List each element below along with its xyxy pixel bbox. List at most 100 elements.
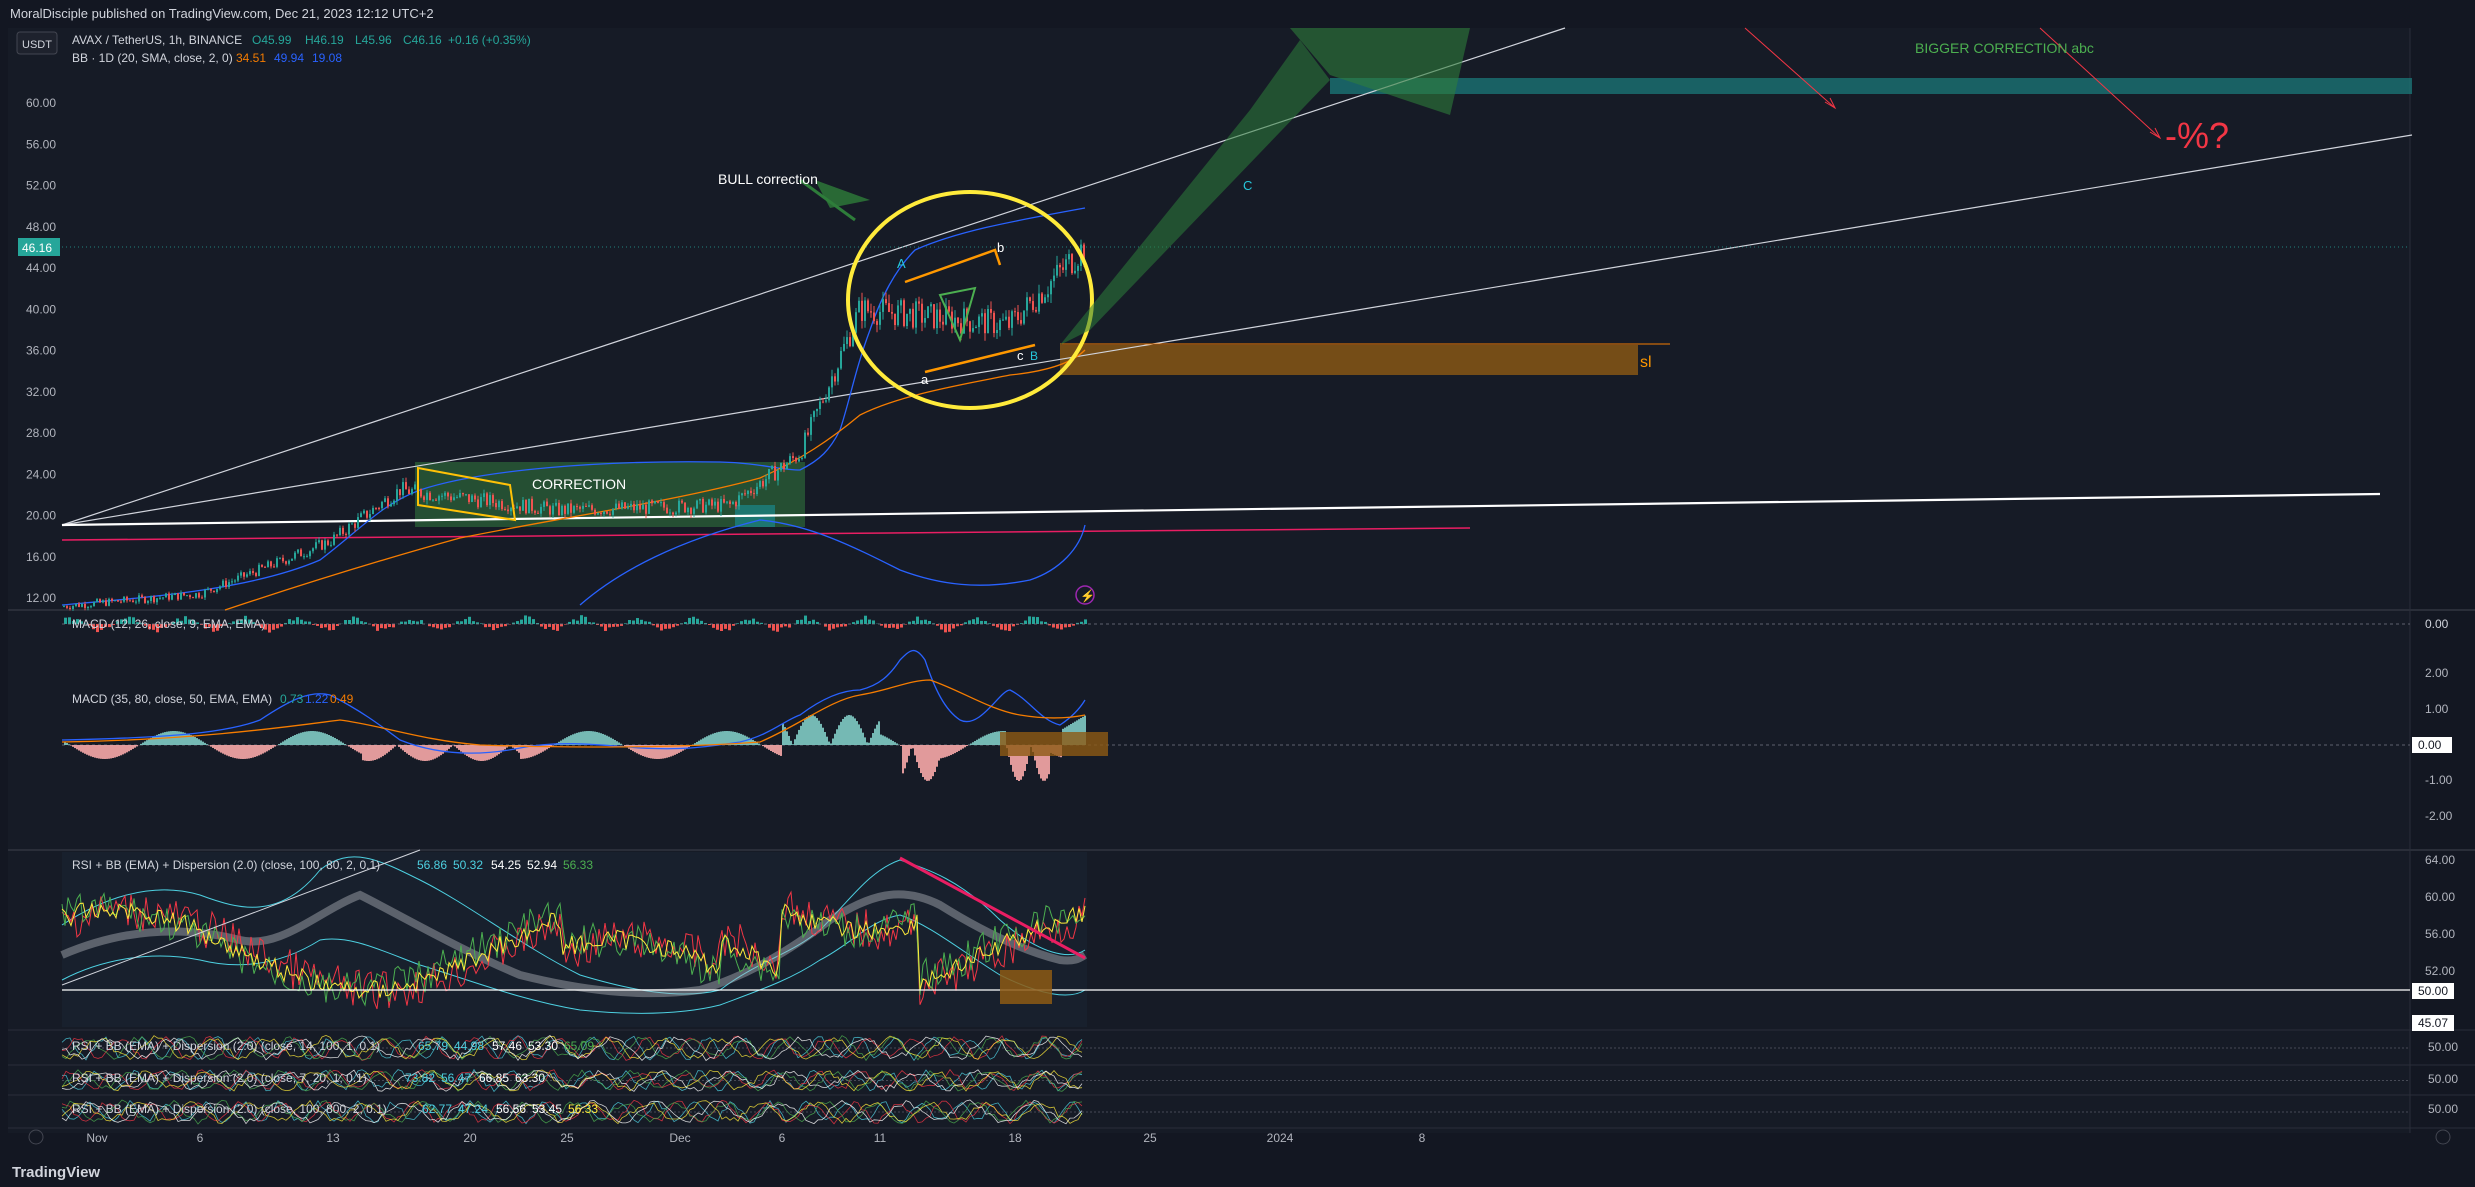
macd2-bar [544, 745, 546, 751]
macd2-bar [382, 745, 384, 757]
macd2-bar [498, 745, 500, 755]
symbol-legend[interactable]: AVAX / TetherUS, 1h, BINANCE [72, 33, 242, 47]
macd1-bar [696, 618, 699, 624]
macd2-bar [874, 728, 876, 745]
candle-body [837, 368, 839, 382]
candle-body [246, 574, 248, 577]
macd2-bar [586, 731, 588, 745]
candle-body [306, 556, 308, 558]
macd2-tick-label: -2.00 [2425, 809, 2453, 823]
macd2-bar [890, 739, 892, 745]
candle-body [297, 549, 299, 553]
macd1-bar [976, 617, 979, 624]
candle-body [312, 548, 314, 552]
macd2-bar [378, 745, 380, 759]
candle-body [663, 502, 665, 508]
macd1-bar [464, 619, 467, 624]
candle-body [795, 457, 797, 462]
rsi1-legend[interactable]: RSI + BB (EMA) + Dispersion (2.0) (close… [72, 858, 380, 872]
candle-body [765, 479, 767, 487]
macd2-bar [702, 738, 704, 745]
candle-body [165, 593, 167, 598]
macd1-bar [320, 624, 323, 629]
candle-body [906, 313, 908, 327]
bb-legend[interactable]: BB · 1D (20, SMA, close, 2, 0) [72, 51, 233, 65]
macd2-bar [954, 745, 956, 754]
candle-body [825, 400, 827, 402]
macd2-bar [616, 741, 618, 745]
macd2-bar [880, 734, 882, 745]
rsi4-legend[interactable]: RSI + BB (EMA) + Dispersion (2.0) (close… [72, 1102, 387, 1116]
macd2-bar [992, 732, 994, 745]
macd2-bar [900, 745, 902, 746]
candle-body [252, 571, 254, 574]
candle-body [984, 313, 986, 334]
macd2-bar [94, 745, 96, 758]
candle-body [588, 505, 590, 507]
candle-body [345, 533, 347, 535]
candle-body [549, 506, 551, 515]
rsi2-axis-label: 50.00 [2428, 1040, 2458, 1054]
macd2-bar [994, 731, 996, 745]
rsi2-legend[interactable]: RSI + BB (EMA) + Dispersion (2.0) (close… [72, 1039, 380, 1053]
macd2-bar [328, 734, 330, 745]
macd2-bar [390, 745, 392, 751]
macd2-legend[interactable]: MACD (35, 80, close, 50, EMA, EMA) [72, 692, 272, 706]
macd1-axis-label: 0.00 [2425, 617, 2449, 631]
candle-body [807, 432, 809, 435]
macd1-bar [984, 621, 987, 624]
macd2-bar [854, 718, 856, 745]
candle-body [366, 510, 368, 518]
chart-area[interactable]: BULL correction CORRECTION BIGGER CORREC… [0, 0, 2475, 1187]
macd2-bar [882, 735, 884, 745]
candle-body [552, 505, 554, 515]
macd1-bar [296, 617, 299, 624]
macd2-bar [200, 740, 202, 745]
candle-body [93, 601, 95, 607]
macd2-bar [578, 732, 580, 745]
candle-body [609, 513, 611, 515]
candle-body [516, 506, 518, 509]
macd1-bar [440, 624, 443, 630]
rsi3-value-3: 66.85 [479, 1071, 509, 1085]
macd2-bar [320, 732, 322, 745]
stop-loss-zone[interactable] [1060, 345, 1638, 375]
candle-body [546, 501, 548, 507]
macd1-bar [864, 615, 867, 624]
candle-body [921, 303, 923, 323]
time-tick-label: 2024 [1267, 1131, 1294, 1145]
macd2-bar [916, 745, 918, 763]
macd2-bar [436, 745, 438, 758]
candle-body [300, 549, 302, 557]
time-tick-label: 6 [197, 1131, 204, 1145]
macd2-bar [428, 745, 430, 761]
macd2-bar [836, 729, 838, 745]
candle-body [378, 507, 380, 509]
candle-body [717, 501, 719, 512]
macd2-bar [416, 745, 418, 760]
macd2-bar [312, 731, 314, 745]
candle-body [147, 600, 149, 603]
macd2-bar [196, 738, 198, 745]
rsi4-value-5: 56.33 [568, 1102, 598, 1116]
candle-body [720, 498, 722, 512]
candle-body [360, 513, 362, 518]
macd2-bar [66, 743, 68, 745]
macd2-bar [782, 723, 784, 745]
macd1-bar [972, 619, 975, 624]
candle-body [606, 511, 608, 514]
target-zone[interactable] [1330, 78, 2412, 94]
macd2-bar [666, 745, 668, 758]
candle-body [435, 499, 437, 501]
macd2-bar [334, 737, 336, 745]
candle-body [180, 592, 182, 600]
macd2-bar [822, 727, 824, 745]
rsi2-value-3: 57.46 [492, 1039, 522, 1053]
macd1-legend[interactable]: MACD (12, 26, close, 9, EMA, EMA) [72, 617, 265, 631]
macd2-bar [824, 731, 826, 745]
rsi3-legend[interactable]: RSI + BB (EMA) + Dispersion (2.0) (close… [72, 1071, 367, 1085]
wave-A-label: A [897, 256, 906, 271]
rsi2-value-2: 44.98 [454, 1039, 484, 1053]
macd2-bar [800, 725, 802, 745]
tradingview-logo[interactable]: TradingView [12, 1164, 100, 1181]
